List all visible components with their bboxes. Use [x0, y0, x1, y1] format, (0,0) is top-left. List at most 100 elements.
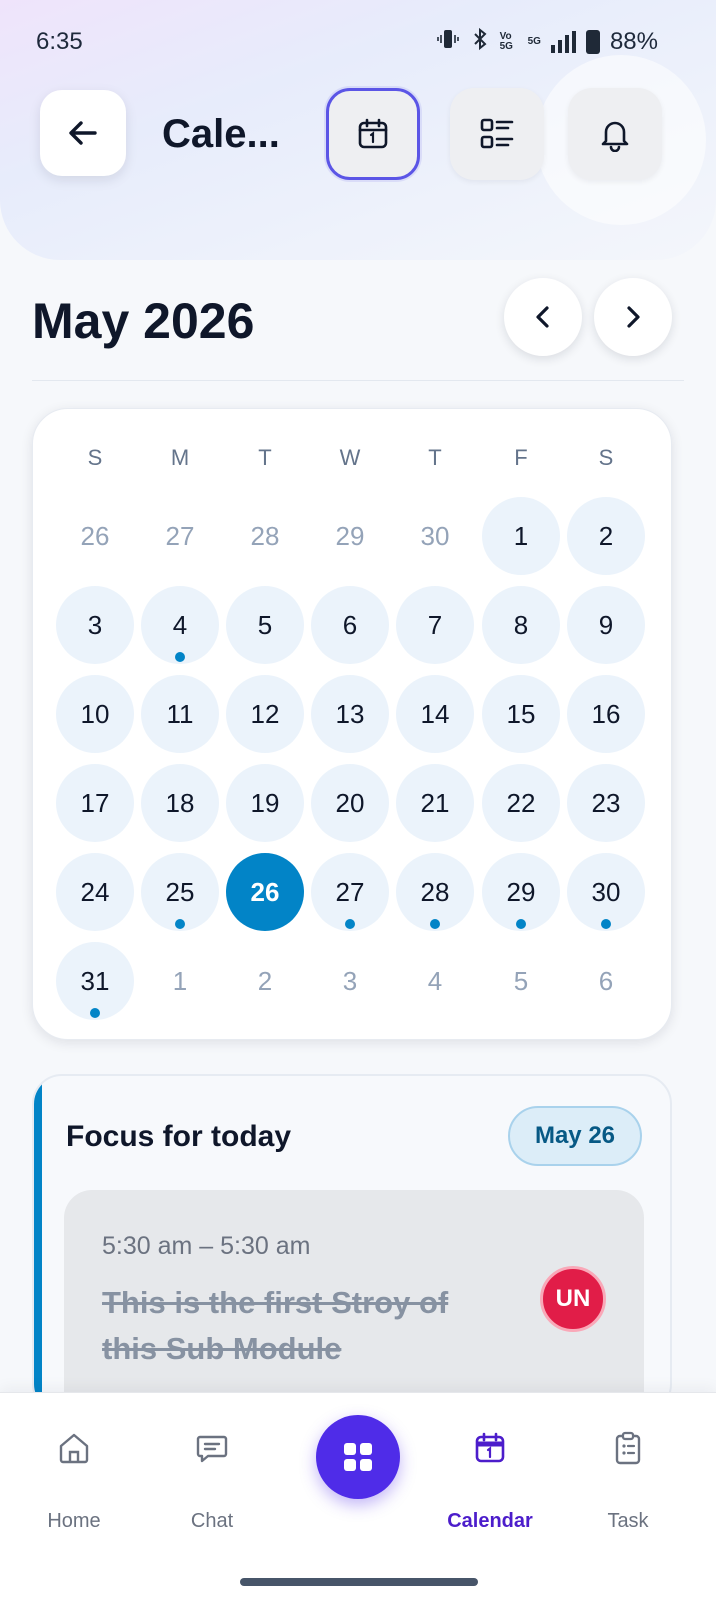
day-number: 25 — [165, 876, 195, 907]
day-number: 15 — [506, 698, 536, 729]
day-cell[interactable]: 25 — [141, 853, 219, 931]
day-cell[interactable]: 28 — [396, 853, 474, 931]
day-number: 3 — [342, 965, 358, 996]
day-cell[interactable]: 3 — [56, 586, 134, 664]
day-cell[interactable]: 6 — [311, 586, 389, 664]
bluetooth-icon — [470, 27, 490, 57]
day-cell[interactable]: 1 — [482, 497, 560, 575]
nav-item-calendar[interactable]: Calendar — [430, 1423, 550, 1533]
day-cell[interactable]: 14 — [396, 675, 474, 753]
day-number: 2 — [598, 520, 614, 551]
calendar-icon — [475, 1432, 505, 1462]
day-cell[interactable]: 1 — [141, 942, 219, 1020]
nav-label: Calendar — [447, 1510, 533, 1532]
day-number: 12 — [250, 698, 280, 729]
day-number: 23 — [591, 787, 621, 818]
day-cell[interactable]: 9 — [567, 586, 645, 664]
day-number: 10 — [80, 698, 110, 729]
event-dot — [90, 1008, 100, 1018]
day-cell[interactable]: 24 — [56, 853, 134, 931]
assignee-avatar[interactable]: UN — [540, 1266, 606, 1332]
day-cell[interactable]: 20 — [311, 764, 389, 842]
day-cell[interactable]: 30 — [396, 497, 474, 575]
day-number: 14 — [420, 698, 450, 729]
day-cell[interactable]: 27 — [141, 497, 219, 575]
day-cell[interactable]: 28 — [226, 497, 304, 575]
day-cell[interactable]: 3 — [311, 942, 389, 1020]
day-number: 9 — [598, 609, 614, 640]
task-card[interactable]: 5:30 am – 5:30 am This is the first Stro… — [64, 1190, 644, 1412]
day-cell[interactable]: 29 — [311, 497, 389, 575]
day-number: 4 — [427, 965, 443, 996]
day-cell[interactable]: 18 — [141, 764, 219, 842]
event-dot — [430, 919, 440, 929]
day-cell[interactable]: 19 — [226, 764, 304, 842]
next-month-button[interactable] — [594, 278, 672, 356]
day-cell[interactable]: 7 — [396, 586, 474, 664]
battery-icon — [585, 30, 600, 54]
day-cell[interactable]: 21 — [396, 764, 474, 842]
day-cell[interactable]: 23 — [567, 764, 645, 842]
day-cell[interactable]: 13 — [311, 675, 389, 753]
apps-fab-button[interactable] — [316, 1415, 400, 1499]
day-cell[interactable]: 30 — [567, 853, 645, 931]
app-header: Cale... — [0, 88, 716, 184]
day-cell[interactable]: 15 — [482, 675, 560, 753]
status-time: 6:35 — [36, 28, 83, 55]
day-cell[interactable]: 29 — [482, 853, 560, 931]
calendar-view-button[interactable] — [326, 88, 420, 180]
calendar-grid: S M T W T F S 26 27 28 29 30 1 2 3 4 5 6 7 8 9 10 11 12 13 14 15 16… — [32, 408, 672, 1040]
day-number: 20 — [335, 787, 365, 818]
divider — [32, 380, 684, 381]
nav-item-chat[interactable]: Chat — [152, 1423, 272, 1533]
day-cell[interactable]: 26 — [56, 497, 134, 575]
nav-item-home[interactable]: Home — [14, 1423, 134, 1533]
day-number: 19 — [250, 787, 280, 818]
day-cell[interactable]: 4 — [396, 942, 474, 1020]
day-cell[interactable]: 5 — [226, 586, 304, 664]
day-cell[interactable]: 12 — [226, 675, 304, 753]
day-cell-selected[interactable]: 26 — [226, 853, 304, 931]
day-cell[interactable]: 4 — [141, 586, 219, 664]
nav-item-task[interactable]: Task — [568, 1423, 688, 1533]
day-cell[interactable]: 10 — [56, 675, 134, 753]
day-cell[interactable]: 2 — [567, 497, 645, 575]
page-title: Cale... — [162, 112, 280, 156]
event-dot — [516, 919, 526, 929]
signal-icon — [550, 31, 576, 53]
notifications-button[interactable] — [568, 88, 662, 180]
chat-icon — [196, 1435, 228, 1462]
bottom-navigation: Home Chat Calendar Task — [0, 1392, 716, 1600]
list-view-button[interactable] — [450, 88, 544, 180]
clipboard-icon — [615, 1431, 641, 1464]
day-cell[interactable]: 31 — [56, 942, 134, 1020]
day-cell[interactable]: 22 — [482, 764, 560, 842]
day-number: 6 — [342, 609, 358, 640]
day-number: 24 — [80, 876, 110, 907]
back-button[interactable] — [40, 90, 126, 176]
day-cell[interactable]: 5 — [482, 942, 560, 1020]
grid-icon — [344, 1443, 372, 1471]
day-cell[interactable]: 11 — [141, 675, 219, 753]
day-cell[interactable]: 6 — [567, 942, 645, 1020]
day-cell[interactable]: 27 — [311, 853, 389, 931]
day-number: 1 — [513, 520, 529, 551]
event-dot — [175, 919, 185, 929]
day-number: 26 — [80, 520, 110, 551]
day-number: 3 — [87, 609, 103, 640]
day-number: 7 — [427, 609, 443, 640]
event-dot — [345, 919, 355, 929]
task-title: This is the first Stroy of this Sub Modu… — [102, 1285, 449, 1366]
day-cell[interactable]: 16 — [567, 675, 645, 753]
day-cell[interactable]: 17 — [56, 764, 134, 842]
status-bar: 6:35 Vo 5G 5G 88% — [0, 22, 716, 62]
prev-month-button[interactable] — [504, 278, 582, 356]
home-indicator — [240, 1578, 478, 1586]
weekday-header: T — [258, 445, 272, 470]
day-cell[interactable]: 8 — [482, 586, 560, 664]
nav-label: Home — [47, 1510, 101, 1532]
day-number: 5 — [257, 609, 273, 640]
list-icon — [480, 118, 514, 149]
day-cell[interactable]: 2 — [226, 942, 304, 1020]
battery-level: 88% — [609, 28, 658, 55]
